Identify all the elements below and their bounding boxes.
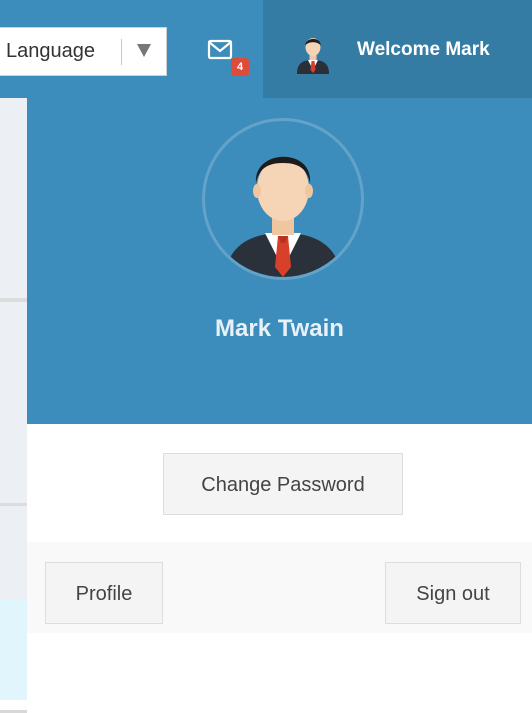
language-select-label: Language: [6, 40, 95, 62]
messages-menu[interactable]: 4: [206, 38, 249, 76]
user-dropdown-menu: Mark Twain Change Password Profile Sign …: [27, 98, 532, 633]
divider: [0, 298, 27, 302]
user-footer: Profile Sign out: [27, 542, 532, 633]
user-avatar-icon: [224, 156, 342, 277]
change-password-button[interactable]: Change Password: [163, 453, 403, 515]
info-box: [0, 600, 27, 700]
welcome-text: Welcome Mark: [357, 39, 490, 60]
messages-count-badge: 4: [231, 58, 249, 76]
select-divider: [121, 39, 122, 65]
user-body: Change Password: [27, 424, 532, 542]
profile-name: Mark Twain: [215, 315, 344, 342]
top-navbar: Language 4 Welcome Mark: [0, 0, 532, 98]
profile-button[interactable]: Profile: [45, 562, 163, 624]
user-avatar-icon: [297, 38, 329, 74]
page-background: [0, 98, 27, 713]
sign-out-button[interactable]: Sign out: [385, 562, 521, 624]
profile-avatar: [202, 118, 364, 280]
language-select[interactable]: Language: [0, 27, 167, 76]
dropdown-arrow-icon[interactable]: [137, 44, 151, 57]
user-header: Mark Twain: [27, 98, 532, 424]
divider: [0, 503, 27, 506]
